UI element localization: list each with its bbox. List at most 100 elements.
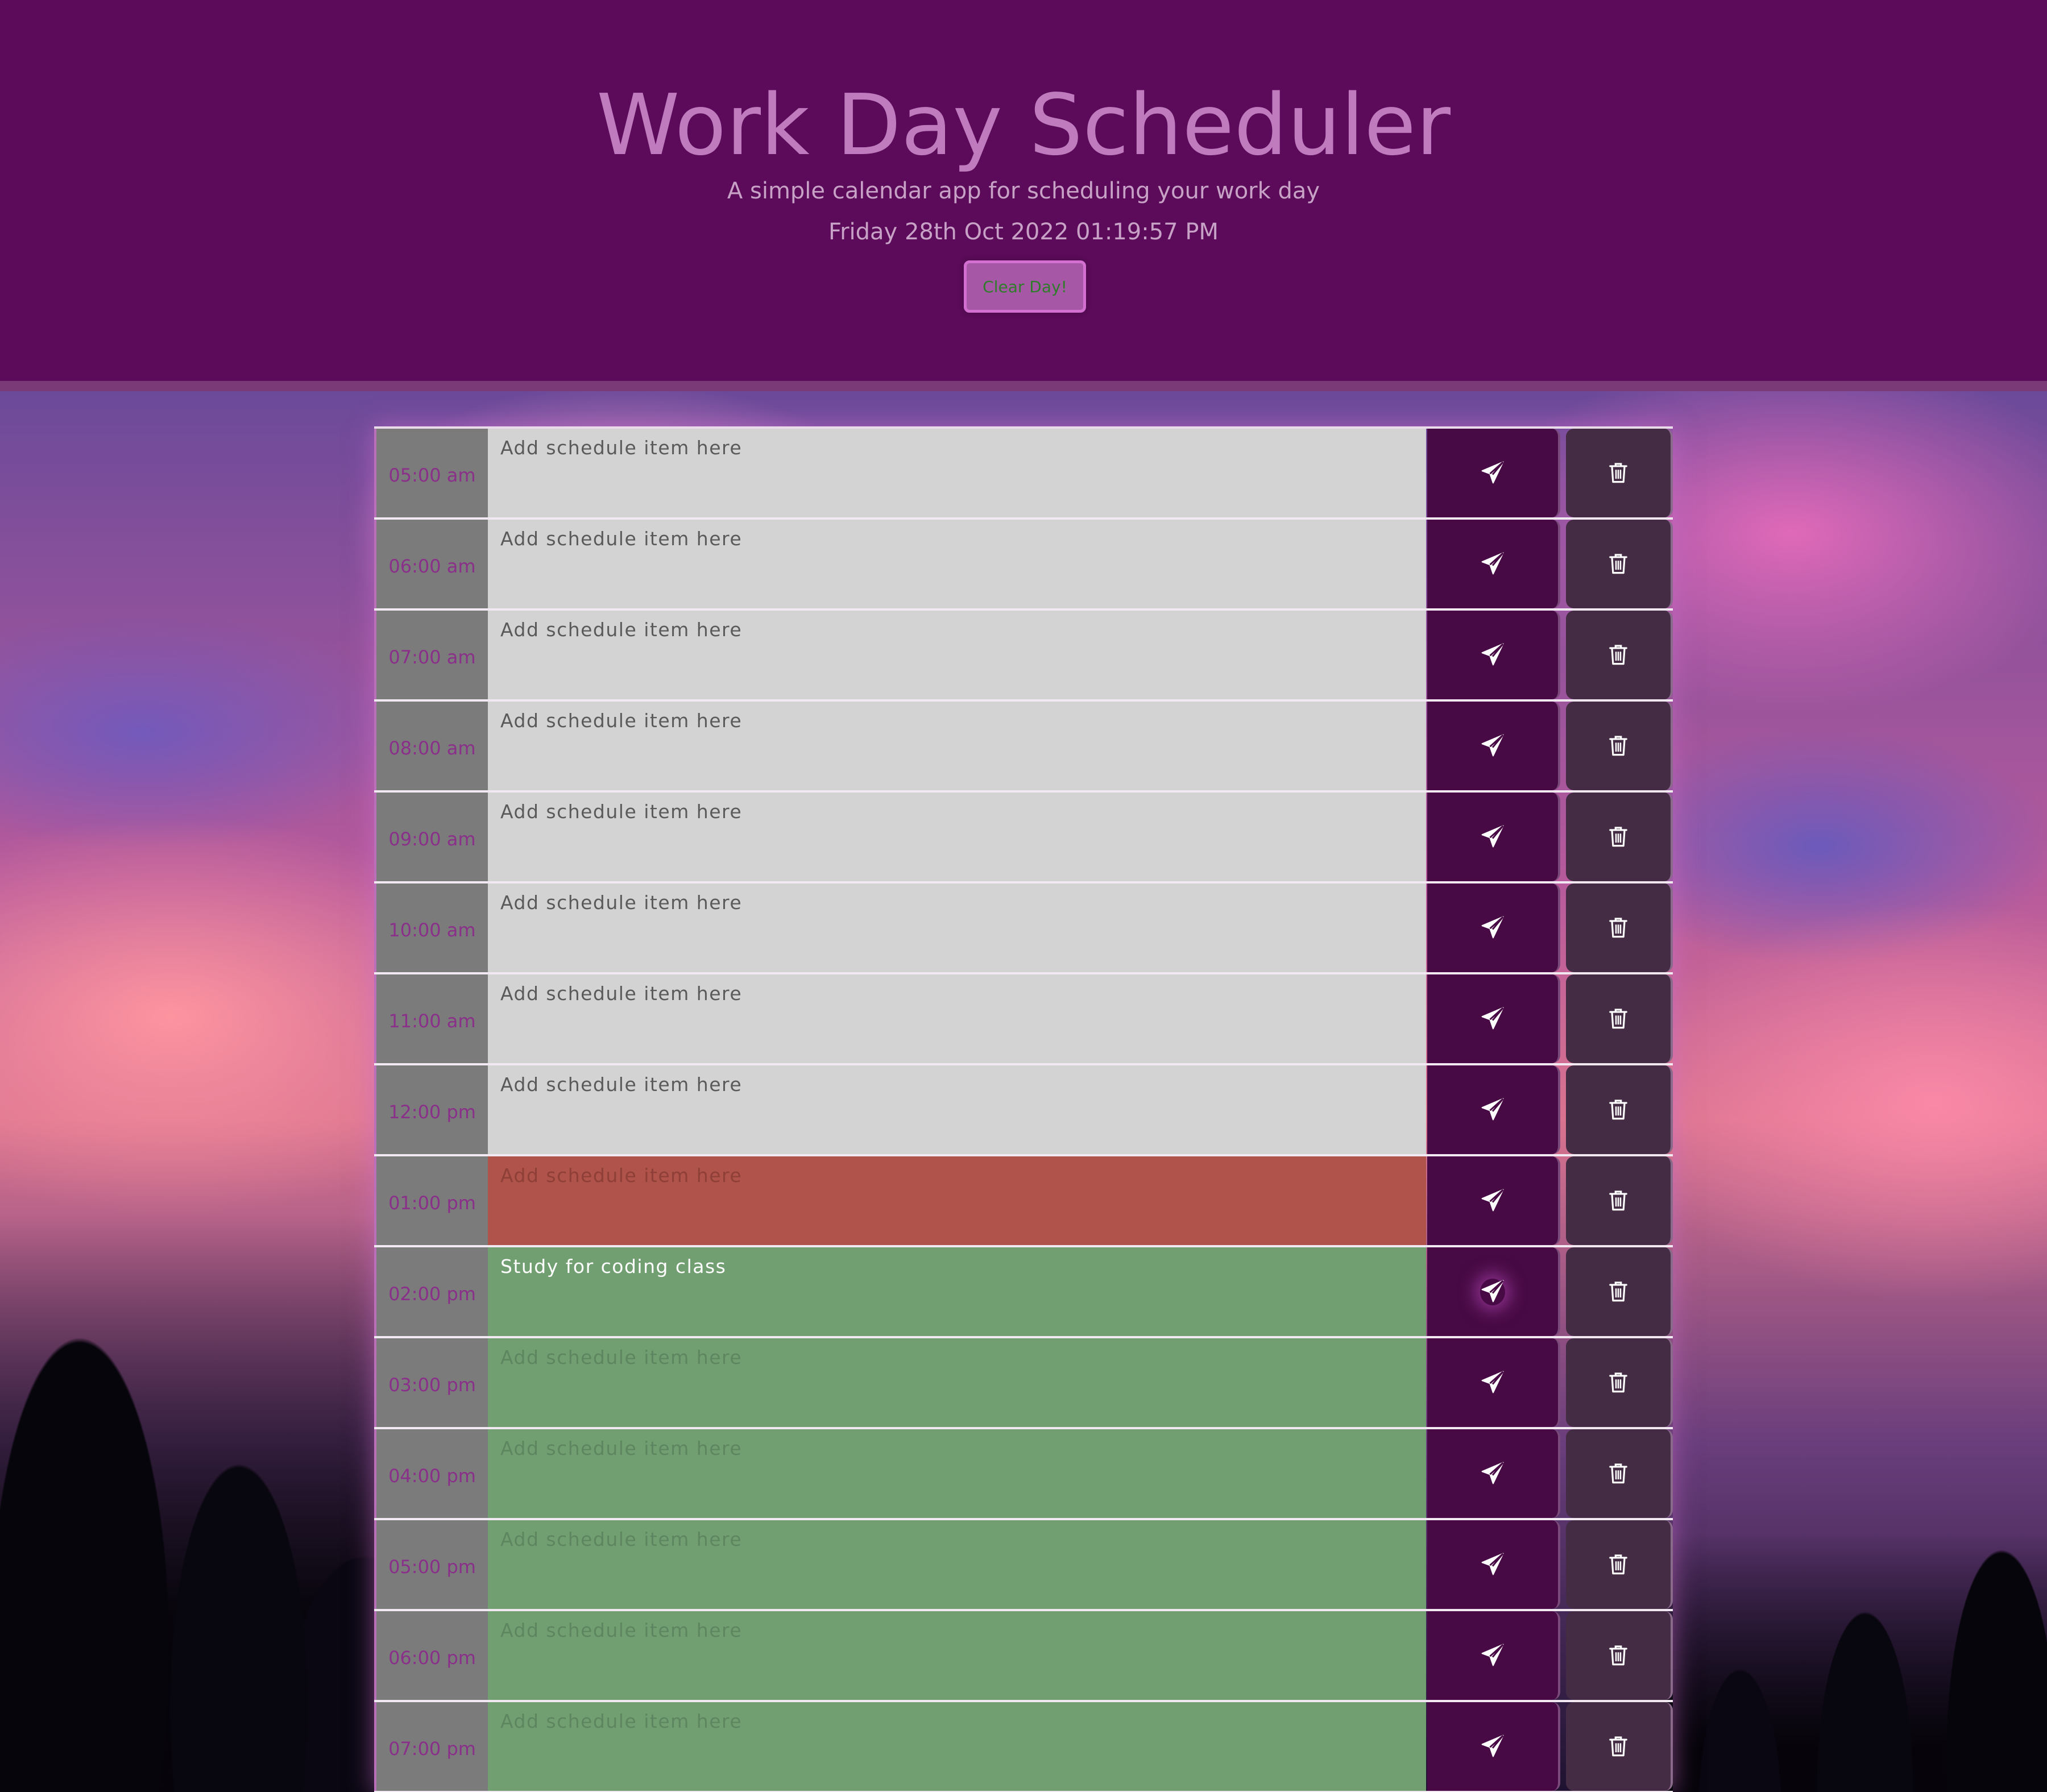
save-button[interactable] <box>1427 1702 1560 1791</box>
delete-button[interactable] <box>1566 1520 1673 1609</box>
trash-icon <box>1607 551 1629 577</box>
delete-button[interactable] <box>1566 793 1673 881</box>
delete-button[interactable] <box>1566 702 1673 790</box>
save-button[interactable] <box>1427 1338 1560 1427</box>
paper-plane-icon <box>1480 642 1505 669</box>
schedule-item-input[interactable] <box>488 1429 1426 1518</box>
save-button[interactable] <box>1427 520 1560 608</box>
save-button[interactable] <box>1427 1520 1560 1609</box>
save-button[interactable] <box>1427 1611 1560 1700</box>
paper-plane-icon <box>1480 551 1505 578</box>
time-block-row: 06:00 am <box>374 520 1673 611</box>
save-button[interactable] <box>1427 702 1560 790</box>
paper-plane-icon <box>1480 1733 1505 1760</box>
time-block-row: 08:00 am <box>374 702 1673 793</box>
hour-label: 12:00 pm <box>374 1065 488 1154</box>
delete-button[interactable] <box>1566 1247 1673 1336</box>
paper-plane-icon <box>1480 1370 1505 1396</box>
save-button[interactable] <box>1427 1156 1560 1245</box>
hour-label: 09:00 am <box>374 793 488 881</box>
trash-icon <box>1607 1461 1629 1487</box>
save-button[interactable] <box>1427 1065 1560 1154</box>
time-block-row: 06:00 pm <box>374 1611 1673 1702</box>
paper-plane-icon <box>1480 1461 1505 1487</box>
trash-icon <box>1607 1643 1629 1669</box>
hour-label: 10:00 am <box>374 883 488 972</box>
delete-button[interactable] <box>1566 1429 1673 1518</box>
delete-button[interactable] <box>1566 1156 1673 1245</box>
schedule-item-input[interactable] <box>488 883 1426 972</box>
schedule-item-input[interactable] <box>488 702 1426 790</box>
hour-label: 01:00 pm <box>374 1156 488 1245</box>
paper-plane-icon <box>1480 1279 1505 1305</box>
delete-button[interactable] <box>1566 429 1673 517</box>
trash-icon <box>1607 1370 1629 1396</box>
hour-label: 03:00 pm <box>374 1338 488 1427</box>
paper-plane-icon <box>1480 460 1505 487</box>
hour-label: 02:00 pm <box>374 1247 488 1336</box>
delete-button[interactable] <box>1566 974 1673 1063</box>
paper-plane-icon <box>1480 1188 1505 1214</box>
save-button[interactable] <box>1427 1429 1560 1518</box>
time-block-row: 09:00 am <box>374 793 1673 883</box>
hour-label: 05:00 pm <box>374 1520 488 1609</box>
hour-label: 06:00 am <box>374 520 488 608</box>
schedule-item-input[interactable] <box>488 1156 1426 1245</box>
delete-button[interactable] <box>1566 611 1673 699</box>
time-block-row: 07:00 am <box>374 611 1673 702</box>
trash-icon <box>1607 1006 1629 1032</box>
trash-icon <box>1607 733 1629 759</box>
hour-label: 06:00 pm <box>374 1611 488 1700</box>
trash-icon <box>1607 824 1629 850</box>
delete-button[interactable] <box>1566 1065 1673 1154</box>
schedule-item-input[interactable] <box>488 429 1426 517</box>
trash-icon <box>1607 915 1629 941</box>
paper-plane-icon <box>1480 1006 1505 1032</box>
time-block-row: 12:00 pm <box>374 1065 1673 1156</box>
current-datetime: Friday 28th Oct 2022 01:19:57 PM <box>828 219 1219 245</box>
trash-icon <box>1607 1097 1629 1123</box>
save-button[interactable] <box>1427 974 1560 1063</box>
schedule-item-input[interactable] <box>488 793 1426 881</box>
hour-label: 05:00 am <box>374 429 488 517</box>
delete-button[interactable] <box>1566 1338 1673 1427</box>
save-button[interactable] <box>1427 1247 1560 1336</box>
paper-plane-icon <box>1480 824 1505 851</box>
hour-label: 08:00 am <box>374 702 488 790</box>
delete-button[interactable] <box>1566 1702 1673 1791</box>
save-button[interactable] <box>1427 793 1560 881</box>
schedule-item-input[interactable] <box>488 1065 1426 1154</box>
time-block-row: 10:00 am <box>374 883 1673 974</box>
paper-plane-icon <box>1480 915 1505 941</box>
schedule-item-input[interactable] <box>488 1702 1426 1791</box>
trash-icon <box>1607 461 1629 486</box>
hour-label: 04:00 pm <box>374 1429 488 1518</box>
trash-icon <box>1607 1552 1629 1578</box>
save-button[interactable] <box>1427 611 1560 699</box>
clear-day-button[interactable]: Clear Day! <box>964 260 1086 313</box>
schedule-item-input[interactable] <box>488 974 1426 1063</box>
save-button[interactable] <box>1427 883 1560 972</box>
trash-icon <box>1607 642 1629 668</box>
hour-label: 11:00 am <box>374 974 488 1063</box>
trash-icon <box>1607 1279 1629 1305</box>
header: Work Day Scheduler A simple calendar app… <box>0 0 2047 391</box>
time-block-row: 03:00 pm <box>374 1338 1673 1429</box>
schedule-item-input[interactable] <box>488 1520 1426 1609</box>
time-block-row: 01:00 pm <box>374 1156 1673 1247</box>
time-block-row: 05:00 pm <box>374 1520 1673 1611</box>
schedule-item-input[interactable] <box>488 1338 1426 1427</box>
paper-plane-icon <box>1480 1552 1505 1578</box>
schedule-item-input[interactable] <box>488 520 1426 608</box>
delete-button[interactable] <box>1566 883 1673 972</box>
schedule-item-input[interactable] <box>488 1247 1426 1336</box>
save-button[interactable] <box>1427 429 1560 517</box>
delete-button[interactable] <box>1566 1611 1673 1700</box>
time-block-row: 04:00 pm <box>374 1429 1673 1520</box>
paper-plane-icon <box>1480 1097 1505 1123</box>
time-block-row: 05:00 am <box>374 429 1673 520</box>
hour-label: 07:00 am <box>374 611 488 699</box>
schedule-item-input[interactable] <box>488 1611 1426 1700</box>
delete-button[interactable] <box>1566 520 1673 608</box>
schedule-item-input[interactable] <box>488 611 1426 699</box>
